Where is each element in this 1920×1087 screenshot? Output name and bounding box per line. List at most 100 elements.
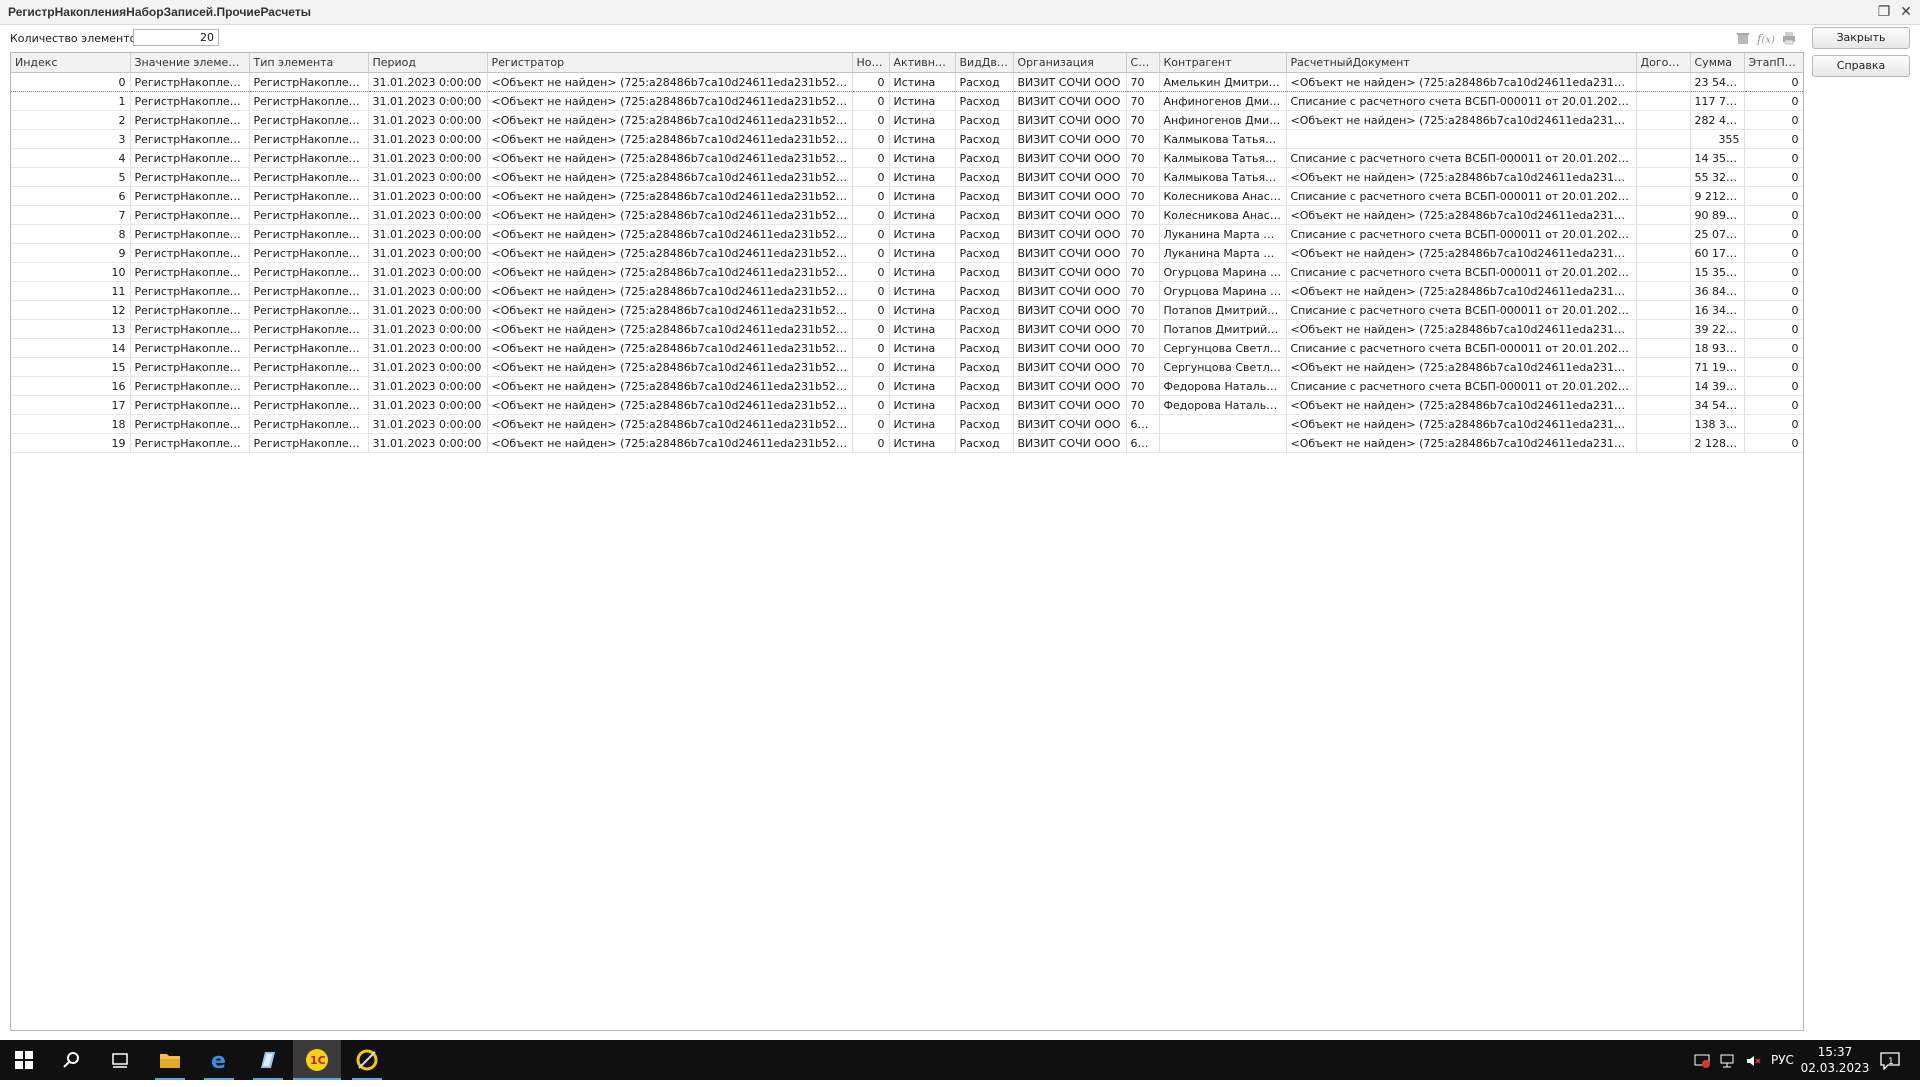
table-cell[interactable]: 3 (11, 129, 131, 149)
table-cell[interactable]: 0 (1744, 281, 1803, 301)
table-cell[interactable]: Расход (955, 148, 1014, 168)
table-cell[interactable]: 0 (852, 281, 890, 301)
table-cell[interactable]: <Объект не найден> (725:a28486b7ca10d246… (487, 72, 853, 92)
table-cell[interactable]: РегистрНакопления... (249, 129, 369, 149)
table-cell[interactable]: 0 (1744, 395, 1803, 415)
table-cell[interactable]: 0 (852, 243, 890, 263)
table-cell[interactable]: 31.01.2023 0:00:00 (368, 433, 488, 453)
table-cell[interactable]: <Объект не найден> (725:a28486b7ca10d246… (487, 91, 853, 111)
table-cell[interactable]: Истина (889, 224, 956, 244)
table-cell[interactable]: 11 (11, 281, 131, 301)
table-cell[interactable]: 31.01.2023 0:00:00 (368, 262, 488, 282)
table-cell[interactable] (1636, 262, 1691, 282)
table-cell[interactable]: 17 (11, 395, 131, 415)
table-cell[interactable]: Истина (889, 129, 956, 149)
table-cell[interactable]: Истина (889, 72, 956, 92)
table-cell[interactable]: Истина (889, 148, 956, 168)
table-cell[interactable] (1636, 205, 1691, 225)
table-cell[interactable]: 0 (1744, 186, 1803, 206)
table-cell[interactable]: 0 (1744, 376, 1803, 396)
table-cell[interactable]: 70 (1126, 91, 1160, 111)
table-cell[interactable]: Списание с расчетного счета ВСБП-000011 … (1286, 300, 1637, 320)
table-cell[interactable]: 70 (1126, 300, 1160, 320)
table-cell[interactable]: 70 (1126, 243, 1160, 263)
table-cell[interactable]: РегистрНакопления... (130, 167, 250, 187)
table-cell[interactable] (1159, 414, 1287, 434)
table-cell[interactable] (1636, 300, 1691, 320)
table-cell[interactable]: Расход (955, 338, 1014, 358)
table-cell[interactable] (1636, 167, 1691, 187)
table-cell[interactable]: РегистрНакопления... (249, 167, 369, 187)
table-cell[interactable]: 70 (1126, 224, 1160, 244)
table-cell[interactable]: 31.01.2023 0:00:00 (368, 167, 488, 187)
table-cell[interactable]: РегистрНакопления... (130, 262, 250, 282)
table-cell[interactable]: РегистрНакопления... (130, 300, 250, 320)
table-cell[interactable]: <Объект не найден> (725:a28486b7ca10d246… (487, 319, 853, 339)
table-cell[interactable]: РегистрНакопления... (130, 376, 250, 396)
table-cell[interactable]: Истина (889, 281, 956, 301)
table-cell[interactable]: 36 846,... (1690, 281, 1745, 301)
table-cell[interactable]: 0 (1744, 167, 1803, 187)
print-icon[interactable] (1781, 31, 1797, 47)
table-cell[interactable]: РегистрНакопления... (130, 395, 250, 415)
table-cell[interactable]: Колесникова Анастас... (1159, 186, 1287, 206)
table-cell[interactable] (1636, 319, 1691, 339)
table-cell[interactable] (1636, 186, 1691, 206)
table-cell[interactable]: 0 (1744, 129, 1803, 149)
table-cell[interactable]: 138 364 (1690, 414, 1745, 434)
table-cell[interactable]: ВИЗИТ СОЧИ ООО (1013, 433, 1127, 453)
column-header[interactable]: Тип элемента (249, 53, 369, 73)
table-cell[interactable]: 25 071,... (1690, 224, 1745, 244)
1c-enterprise-icon[interactable]: 1С (293, 1040, 341, 1080)
table-row[interactable]: 18 РегистрНакопления... РегистрНакопления.… (11, 414, 1803, 434)
table-cell[interactable]: ВИЗИТ СОЧИ ООО (1013, 414, 1127, 434)
table-cell[interactable]: <Объект не найден> (725:a28486b7ca10d246… (487, 433, 853, 453)
file-explorer-icon[interactable] (146, 1040, 194, 1080)
table-row[interactable]: 19 РегистрНакопления... РегистрНакопления.… (11, 433, 1803, 453)
task-view-icon[interactable] (96, 1040, 144, 1080)
table-cell[interactable]: Расход (955, 129, 1014, 149)
table-cell[interactable]: <Объект не найден> (725:a28486b7ca10d246… (1286, 395, 1637, 415)
table-cell[interactable]: Истина (889, 395, 956, 415)
table-cell[interactable]: РегистрНакопления... (130, 72, 250, 92)
table-row[interactable]: 5 РегистрНакопления... РегистрНакопления..… (11, 167, 1803, 187)
table-cell[interactable]: Огурцова Марина Але... (1159, 281, 1287, 301)
table-cell[interactable]: 14 (11, 338, 131, 358)
table-cell[interactable]: 68... (1126, 414, 1160, 434)
close-button[interactable]: Закрыть (1812, 27, 1910, 49)
table-row[interactable]: 0 РегистрНакопления... РегистрНакопления..… (11, 72, 1803, 92)
table-row[interactable]: 11 РегистрНакопления... РегистрНакопления.… (11, 281, 1803, 301)
table-cell[interactable] (1636, 129, 1691, 149)
table-cell[interactable]: Расход (955, 281, 1014, 301)
column-header[interactable]: Ном... (852, 53, 890, 73)
element-count-field[interactable]: 20 (133, 29, 219, 46)
table-cell[interactable]: 70 (1126, 376, 1160, 396)
table-cell[interactable]: <Объект не найден> (725:a28486b7ca10d246… (487, 262, 853, 282)
table-row[interactable]: 17 РегистрНакопления... РегистрНакопления.… (11, 395, 1803, 415)
table-cell[interactable]: Списание с расчетного счета ВСБП-000011 … (1286, 148, 1637, 168)
table-cell[interactable]: 6 (11, 186, 131, 206)
table-cell[interactable]: РегистрНакопления... (249, 110, 369, 130)
table-cell[interactable]: Расход (955, 72, 1014, 92)
table-cell[interactable]: 70 (1126, 148, 1160, 168)
table-cell[interactable]: РегистрНакопления... (130, 205, 250, 225)
table-cell[interactable]: Расход (955, 319, 1014, 339)
table-cell[interactable]: Списание с расчетного счета ВСБП-000011 … (1286, 224, 1637, 244)
table-cell[interactable]: <Объект не найден> (725:a28486b7ca10d246… (487, 300, 853, 320)
table-cell[interactable]: 0 (1744, 338, 1803, 358)
table-cell[interactable]: 23 540,... (1690, 72, 1745, 92)
table-cell[interactable]: <Объект не найден> (725:a28486b7ca10d246… (1286, 433, 1637, 453)
table-cell[interactable]: 0 (852, 376, 890, 396)
table-cell[interactable]: ВИЗИТ СОЧИ ООО (1013, 300, 1127, 320)
table-row[interactable]: 16 РегистрНакопления... РегистрНакопления.… (11, 376, 1803, 396)
table-cell[interactable]: 60 171,... (1690, 243, 1745, 263)
table-cell[interactable] (1636, 72, 1691, 92)
table-cell[interactable] (1636, 376, 1691, 396)
table-cell[interactable]: 39 226,... (1690, 319, 1745, 339)
table-cell[interactable]: Списание с расчетного счета ВСБП-000011 … (1286, 186, 1637, 206)
table-cell[interactable]: 90 896,... (1690, 205, 1745, 225)
table-cell[interactable]: 18 (11, 414, 131, 434)
search-icon[interactable] (48, 1040, 96, 1080)
table-row[interactable]: 8 РегистрНакопления... РегистрНакопления..… (11, 224, 1803, 244)
table-cell[interactable]: ВИЗИТ СОЧИ ООО (1013, 129, 1127, 149)
